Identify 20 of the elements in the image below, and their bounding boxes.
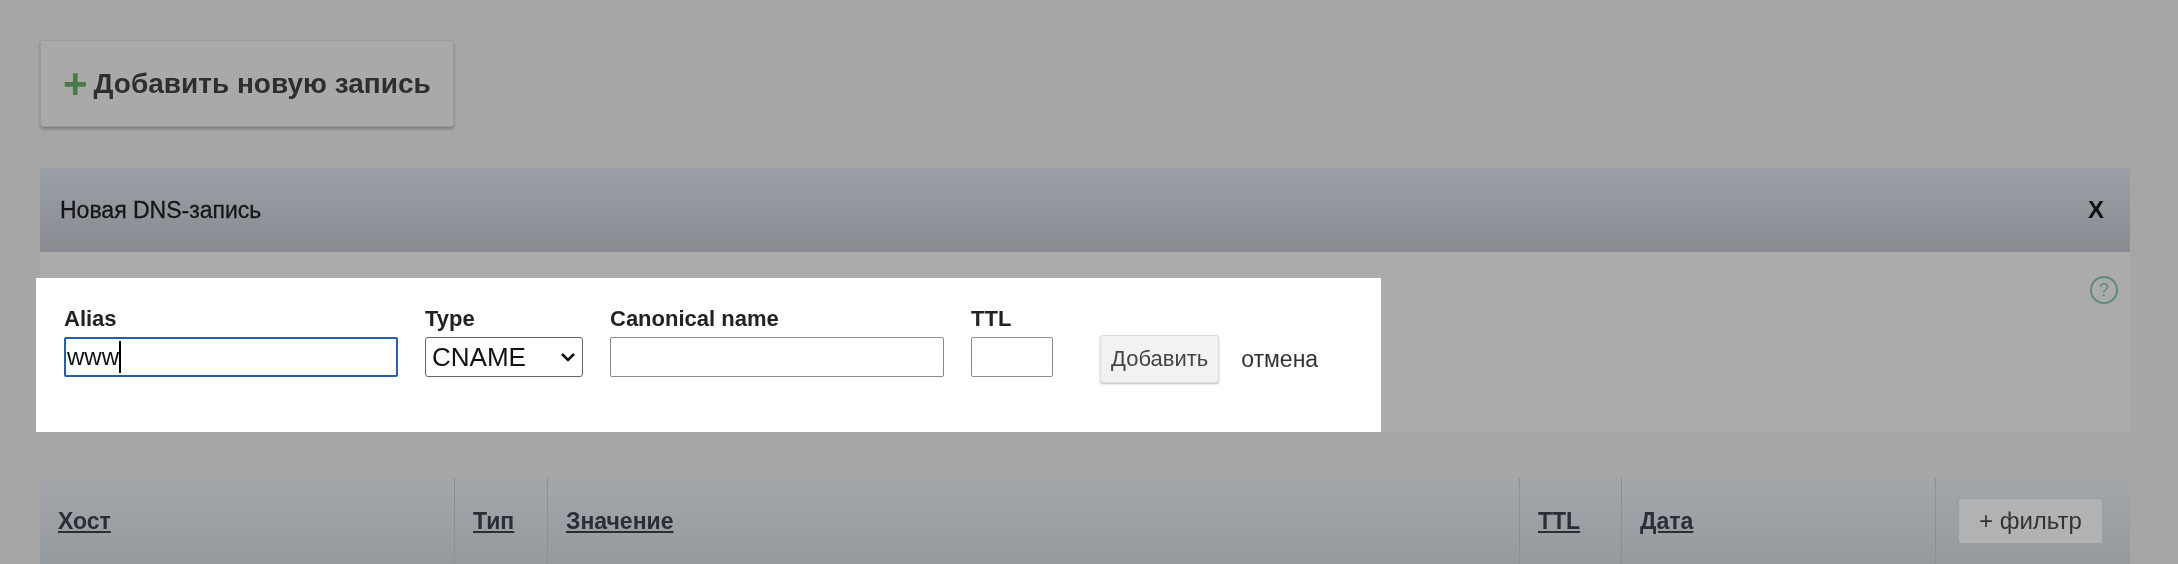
panel-title: Новая DNS-запись xyxy=(60,196,262,224)
input-field[interactable]: www xyxy=(64,337,398,377)
add-record-button[interactable]: +Добавить новую запись xyxy=(40,40,454,127)
input-field[interactable] xyxy=(610,337,944,377)
filter-button[interactable]: + фильтр xyxy=(1958,498,2103,544)
submit-button[interactable]: Добавить xyxy=(1100,335,1220,383)
cancel-link[interactable]: отмена xyxy=(1241,346,1319,373)
column-header[interactable]: Хост xyxy=(58,507,111,535)
column-header[interactable]: Тип xyxy=(473,507,515,535)
input-field[interactable] xyxy=(971,337,1053,377)
column-header[interactable]: Значение xyxy=(566,507,674,535)
field-label: Type xyxy=(425,306,476,332)
field-label: Canonical name xyxy=(610,306,780,332)
type-select[interactable]: CNAME xyxy=(425,337,583,377)
field-label: Alias xyxy=(64,306,118,332)
column-header[interactable]: Дата xyxy=(1640,507,1694,535)
field-label: TTL xyxy=(971,306,1013,332)
column-header[interactable]: TTL xyxy=(1538,507,1581,535)
chevron-icon xyxy=(560,352,576,362)
close-button[interactable]: X xyxy=(2084,196,2108,224)
